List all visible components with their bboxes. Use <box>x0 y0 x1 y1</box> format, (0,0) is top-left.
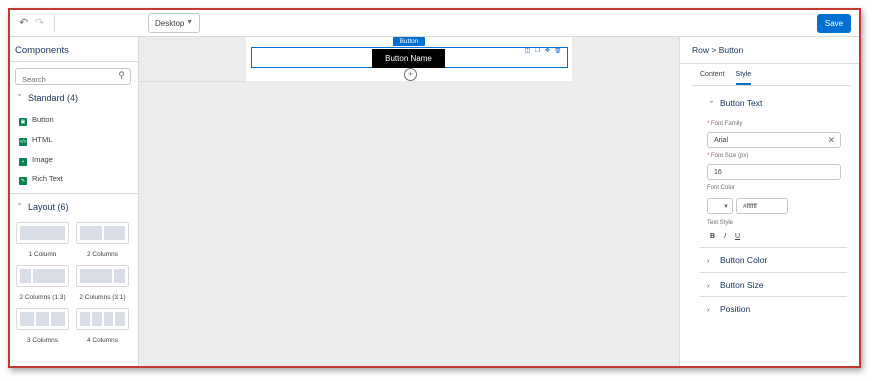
editor-canvas[interactable]: Button Button Name ◫ ❐ ✥ 🗑 + ⋮ <box>139 37 684 366</box>
chevron-right-icon: › <box>707 307 710 314</box>
chevron-down-icon: ▼ <box>186 19 193 26</box>
text-style-buttons: B I U <box>710 233 740 240</box>
button-size-section-header[interactable]: › Button Size <box>707 280 763 290</box>
layout-tile-2-columns-1-3[interactable]: 2 Columns (1:3) <box>16 265 69 301</box>
standard-section-header[interactable]: › Standard (4) <box>15 93 79 103</box>
panel-title: Components <box>15 45 69 56</box>
properties-tabs: Content Style <box>700 71 752 85</box>
layout-tile-4-columns[interactable]: 4 Columns <box>76 308 129 344</box>
components-panel: Components ⚲ ›Standard (4) ▣Button </>HT… <box>10 37 139 366</box>
component-item-rich-text[interactable]: ✎ Rich Text <box>19 174 63 185</box>
layout-preview <box>76 308 129 330</box>
search-input[interactable] <box>16 72 106 87</box>
device-select-value: Desktop <box>155 19 185 28</box>
position-section-header[interactable]: › Position <box>707 304 750 314</box>
move-icon[interactable]: ✥ <box>544 48 551 55</box>
undo-icon[interactable]: ↶ <box>19 16 28 29</box>
clear-icon[interactable]: ✕ <box>827 135 835 146</box>
divider <box>139 81 246 82</box>
chevron-right-icon: › <box>707 258 710 265</box>
layout-preview <box>76 265 129 287</box>
section-heading: Button Color <box>720 255 768 265</box>
layout-label: 1 Column <box>28 251 57 258</box>
divider <box>692 85 851 86</box>
button-text-section-header[interactable]: › Button Text <box>707 98 763 108</box>
add-component-button[interactable]: + <box>404 68 417 81</box>
section-heading: Button Size <box>720 280 764 290</box>
layout-section-header[interactable]: › Layout (6) <box>15 202 69 212</box>
button-color-section-header[interactable]: › Button Color <box>707 255 767 265</box>
layout-preview <box>16 222 69 244</box>
layout-label: 3 Columns <box>26 337 59 344</box>
chevron-down-icon: › <box>15 93 25 97</box>
text-style-label: Text Style <box>707 220 734 226</box>
layout-label: 2 Columns (1:3) <box>19 294 66 301</box>
select-parent-icon[interactable]: ◫ <box>524 48 531 55</box>
section-heading: Position <box>720 304 751 314</box>
component-label: Image <box>32 155 53 164</box>
divider <box>10 193 138 194</box>
font-size-field[interactable]: 16 <box>707 164 841 180</box>
image-icon: ▪ <box>19 158 27 166</box>
duplicate-icon[interactable]: ❐ <box>534 48 541 55</box>
chevron-down-icon: › <box>15 202 25 206</box>
toolbar-divider <box>54 14 55 32</box>
button-icon: ▣ <box>19 118 27 126</box>
save-button[interactable]: Save <box>817 14 851 33</box>
divider <box>700 272 847 273</box>
component-item-html[interactable]: </> HTML <box>19 135 53 146</box>
layout-label: 2 Columns (3:1) <box>79 294 126 301</box>
divider <box>680 63 859 64</box>
layout-tile-1-column[interactable]: 1 Column <box>16 222 69 258</box>
layout-label: 4 Columns <box>86 337 119 344</box>
font-family-label: * Font Family <box>707 121 743 127</box>
layout-tile-2-columns[interactable]: 2 Columns <box>76 222 129 258</box>
section-heading: Standard (4) <box>28 93 79 103</box>
divider <box>10 61 138 62</box>
layout-preview <box>16 308 69 330</box>
divider <box>700 296 847 297</box>
layout-label: 2 Columns <box>86 251 119 258</box>
component-item-button[interactable]: ▣ Button <box>19 115 54 126</box>
component-type-tag: Button <box>393 37 425 46</box>
component-toolbar: ◫ ❐ ✥ 🗑 <box>524 48 562 55</box>
page-builder-window: ↶ ↷ Desktop ▼ Save Components ⚲ ›Standar… <box>8 8 861 368</box>
redo-icon[interactable]: ↷ <box>35 16 44 29</box>
device-select[interactable]: Desktop ▼ <box>148 13 200 33</box>
section-heading: Layout (6) <box>28 202 69 212</box>
font-color-label: Font Color <box>707 185 736 191</box>
tab-style[interactable]: Style <box>735 71 752 85</box>
component-item-image[interactable]: ▪ Image <box>19 155 53 166</box>
chevron-right-icon: › <box>707 283 710 290</box>
layout-preview <box>16 265 69 287</box>
tab-content[interactable]: Content <box>700 71 725 85</box>
font-family-field[interactable]: Arial ✕ <box>707 132 841 148</box>
divider <box>700 247 847 248</box>
layout-preview <box>76 222 129 244</box>
button-preview[interactable]: Button Name <box>372 49 445 68</box>
chevron-down-icon: › <box>707 100 715 103</box>
underline-button[interactable]: U <box>735 233 740 240</box>
bold-button[interactable]: B <box>710 233 715 240</box>
html-icon: </> <box>19 138 27 146</box>
breadcrumb: Row > Button <box>692 45 744 55</box>
font-size-label: * Font Size (px) <box>707 153 749 159</box>
delete-icon[interactable]: 🗑 <box>554 48 562 55</box>
search-icon[interactable]: ⚲ <box>118 70 125 81</box>
component-label: Button <box>32 115 54 124</box>
component-label: HTML <box>32 135 53 144</box>
color-picker-button[interactable]: ▼ <box>707 198 733 214</box>
component-label: Rich Text <box>32 174 63 183</box>
layout-tile-2-columns-3-1[interactable]: 2 Columns (3:1) <box>76 265 129 301</box>
section-heading: Button Text <box>720 98 763 108</box>
properties-panel: Row > Button Content Style › Button Text … <box>679 37 859 366</box>
top-toolbar: ↶ ↷ Desktop ▼ Save <box>10 10 859 37</box>
font-family-value: Arial <box>714 137 729 144</box>
search-box: ⚲ <box>15 68 131 87</box>
layout-tile-3-columns[interactable]: 3 Columns <box>16 308 69 344</box>
font-size-value: 16 <box>714 169 722 176</box>
rich-text-icon: ✎ <box>19 177 27 185</box>
italic-button[interactable]: I <box>724 233 726 240</box>
font-color-hex-input[interactable]: #ffffff <box>736 198 788 214</box>
